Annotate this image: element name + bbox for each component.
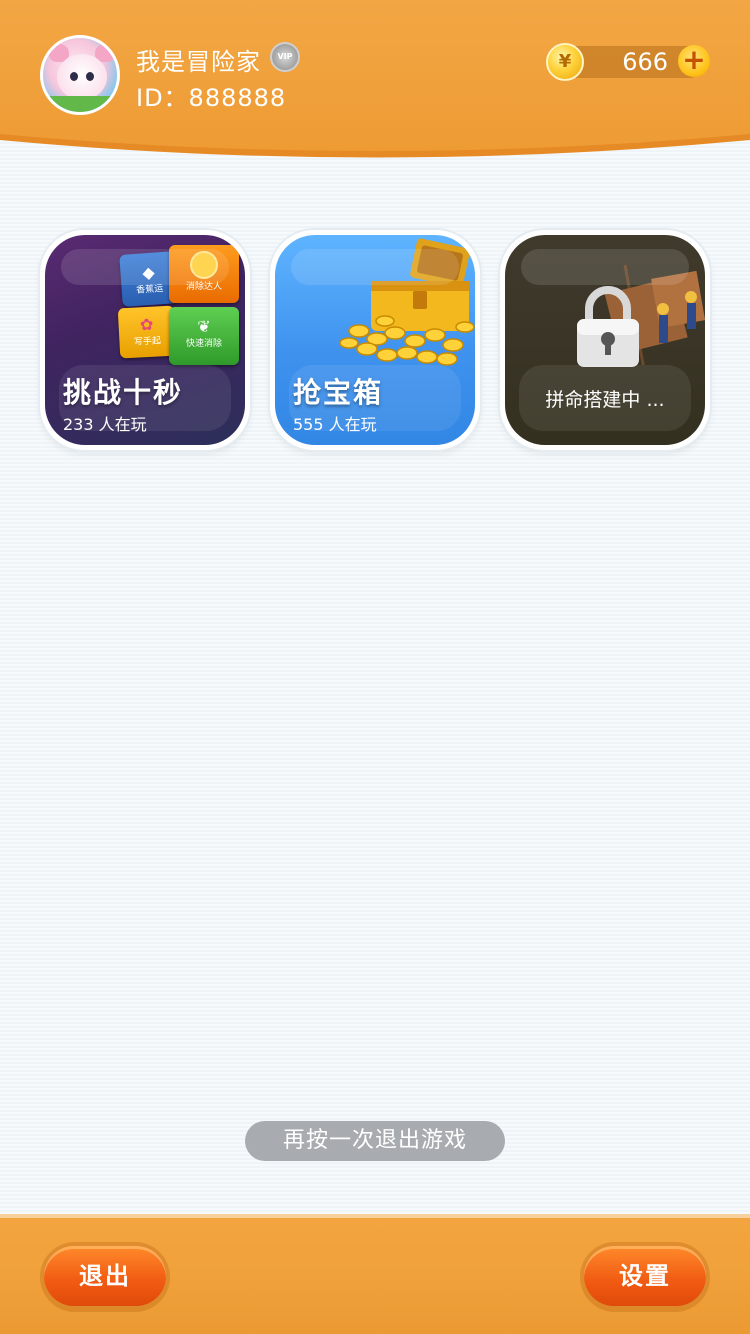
exit-button[interactable]: 退出	[44, 1246, 166, 1306]
avatar-face	[57, 54, 107, 100]
game-title: 抢宝箱	[293, 376, 384, 409]
construction-status: 拼命搭建中 ...	[545, 389, 665, 411]
bottom-bar: 退出 设置	[0, 1214, 750, 1334]
game-card-challenge-ten-seconds[interactable]: ◆ 香蕉运 消除达人 ✿ 写手起 ❦ 快速消除 挑战十秒 233 人在玩	[40, 230, 250, 450]
avatar-eye-left	[70, 72, 78, 81]
game-card-under-construction[interactable]: 拼命搭建中 ...	[500, 230, 710, 450]
card-gloss	[291, 249, 459, 285]
user-id: ID：888888	[136, 84, 287, 112]
card-gloss	[521, 249, 689, 285]
add-coins-button[interactable]: +	[678, 45, 710, 77]
game-thumbnail-tile: ✿ 写手起	[117, 305, 177, 359]
game-card-treasure-chest[interactable]: 抢宝箱 555 人在玩	[270, 230, 480, 450]
exit-toast: 再按一次退出游戏	[245, 1121, 505, 1161]
user-avatar[interactable]	[40, 35, 120, 115]
username: 我是冒险家	[136, 48, 261, 76]
game-title: 挑战十秒	[63, 376, 184, 409]
game-card-body: ◆ 香蕉运 消除达人 ✿ 写手起 ❦ 快速消除 挑战十秒 233 人在玩	[45, 235, 245, 445]
game-card-body: 抢宝箱 555 人在玩	[275, 235, 475, 445]
settings-button[interactable]: 设置	[584, 1246, 706, 1306]
top-header: 我是冒险家 VIP ID：888888 ¥ 666 +	[0, 0, 750, 160]
coin-icon: ¥	[546, 43, 584, 81]
avatar-grass	[43, 96, 117, 112]
coin-count: 666	[622, 48, 668, 76]
vip-badge-icon[interactable]: VIP	[270, 42, 300, 72]
game-thumbnail-tile: ❦ 快速消除	[169, 307, 239, 365]
lock-icon	[577, 286, 639, 367]
card-gloss	[61, 249, 229, 285]
avatar-eye-right	[86, 72, 94, 81]
game-players-count: 233 人在玩	[63, 415, 147, 434]
game-card-body: 拼命搭建中 ...	[505, 235, 705, 445]
game-players-count: 555 人在玩	[293, 415, 377, 434]
